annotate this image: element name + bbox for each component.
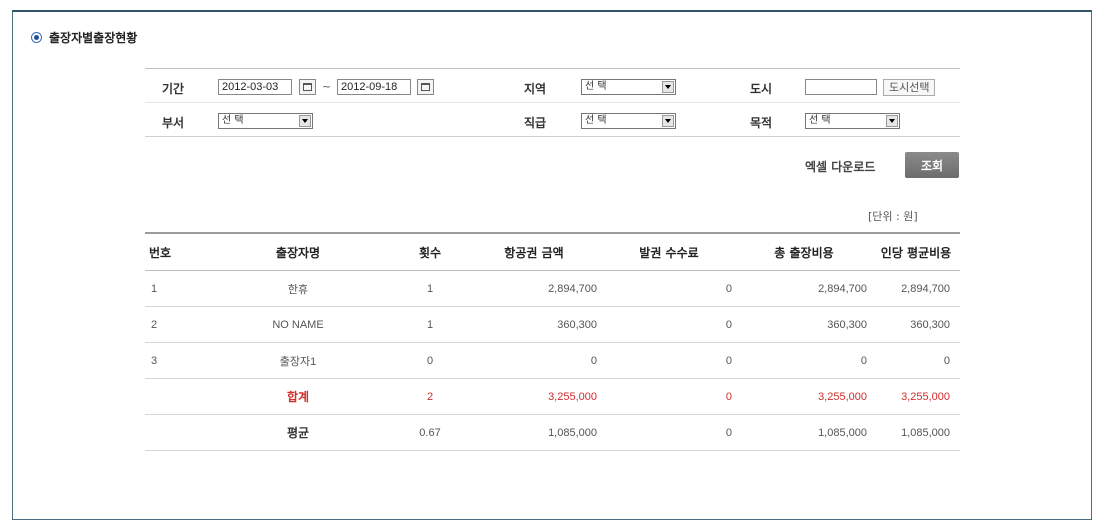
city-input[interactable] bbox=[805, 79, 877, 95]
dropdown-arrow-icon bbox=[662, 115, 674, 127]
date-separator: ~ bbox=[322, 80, 332, 93]
total-trip-cost: 1,085,000 bbox=[736, 414, 871, 451]
airfare-amount: 360,300 bbox=[466, 306, 601, 343]
total-trip-cost: 0 bbox=[736, 342, 871, 379]
total-row: 합계 2 3,255,000 0 3,255,000 3,255,000 bbox=[145, 378, 960, 415]
filter-panel: 기간 2012-03-03 ~ 2012-09-18 지역 선 택 도시 도시선… bbox=[145, 68, 960, 137]
total-label: 합계 bbox=[202, 378, 394, 415]
avg-cost-per-person: 2,894,700 bbox=[871, 270, 960, 307]
purpose-select[interactable]: 선 택 bbox=[805, 113, 900, 129]
avg-cost-per-person: 1,085,000 bbox=[871, 414, 960, 451]
rank-select-value: 선 택 bbox=[585, 115, 607, 126]
radio-bullet-icon bbox=[31, 32, 42, 43]
table-row: 2 NO NAME 1 360,300 0 360,300 360,300 bbox=[145, 306, 960, 343]
unit-label: [단위 : 원] bbox=[868, 210, 918, 223]
average-row: 평균 0.67 1,085,000 0 1,085,000 1,085,000 bbox=[145, 414, 960, 451]
header-cell: 발권 수수료 bbox=[601, 232, 736, 271]
row-number bbox=[145, 378, 202, 415]
total-trip-cost: 360,300 bbox=[736, 306, 871, 343]
date-to-input[interactable]: 2012-09-18 bbox=[337, 79, 411, 95]
header-cell: 횟수 bbox=[394, 232, 466, 271]
avg-cost-per-person: 0 bbox=[871, 342, 960, 379]
rank-select[interactable]: 선 택 bbox=[581, 113, 676, 129]
calendar-to-icon[interactable] bbox=[417, 79, 434, 95]
row-number: 2 bbox=[145, 306, 202, 343]
city-select-button[interactable]: 도시선택 bbox=[883, 79, 936, 96]
calendar-from-icon[interactable] bbox=[299, 79, 316, 95]
airfare-amount: 1,085,000 bbox=[466, 414, 601, 451]
dropdown-arrow-icon bbox=[886, 115, 898, 127]
region-select-value: 선 택 bbox=[585, 81, 607, 92]
total-trip-cost: 2,894,700 bbox=[736, 270, 871, 307]
search-button[interactable]: 조회 bbox=[905, 152, 959, 178]
header-cell: 항공권 금액 bbox=[466, 232, 601, 271]
rank-label: 직급 bbox=[524, 116, 547, 130]
airfare-amount: 2,894,700 bbox=[466, 270, 601, 307]
section-title: 출장자별출장현황 bbox=[49, 31, 138, 45]
ticketing-fee: 0 bbox=[601, 414, 736, 451]
table-row: 1 한휴 1 2,894,700 0 2,894,700 2,894,700 bbox=[145, 270, 960, 307]
city-label: 도시 bbox=[750, 82, 773, 96]
header-cell: 총 출장비용 bbox=[736, 232, 871, 271]
ticketing-fee: 0 bbox=[601, 378, 736, 415]
table-header-row: 번호 출장자명 횟수 항공권 금액 발권 수수료 총 출장비용 인당 평균비용 bbox=[145, 232, 960, 271]
avg-cost-per-person: 3,255,000 bbox=[871, 378, 960, 415]
region-label: 지역 bbox=[524, 82, 547, 96]
dropdown-arrow-icon bbox=[662, 81, 674, 93]
purpose-select-value: 선 택 bbox=[809, 115, 831, 126]
header-cell: 번호 bbox=[145, 232, 202, 271]
date-from-input[interactable]: 2012-03-03 bbox=[218, 79, 292, 95]
section-header: 출장자별출장현황 bbox=[31, 29, 137, 46]
trip-count: 1 bbox=[394, 270, 466, 307]
airfare-amount: 3,255,000 bbox=[466, 378, 601, 415]
header-cell: 인당 평균비용 bbox=[871, 232, 960, 271]
excel-download-link[interactable]: 엑셀 다운로드 bbox=[805, 158, 875, 175]
filter-row-2: 부서 선 택 직급 선 택 목적 선 택 bbox=[145, 103, 960, 136]
row-number bbox=[145, 414, 202, 451]
table-row: 3 출장자1 0 0 0 0 0 bbox=[145, 342, 960, 379]
trip-count: 2 bbox=[394, 378, 466, 415]
ticketing-fee: 0 bbox=[601, 342, 736, 379]
traveler-name: 한휴 bbox=[202, 270, 394, 307]
region-select[interactable]: 선 택 bbox=[581, 79, 676, 95]
header-cell: 출장자명 bbox=[202, 232, 394, 271]
purpose-label: 목적 bbox=[750, 116, 773, 130]
airfare-amount: 0 bbox=[466, 342, 601, 379]
total-trip-cost: 3,255,000 bbox=[736, 378, 871, 415]
avg-cost-per-person: 360,300 bbox=[871, 306, 960, 343]
filter-row-1: 기간 2012-03-03 ~ 2012-09-18 지역 선 택 도시 도시선… bbox=[145, 69, 960, 103]
trip-count: 1 bbox=[394, 306, 466, 343]
traveler-table: 번호 출장자명 횟수 항공권 금액 발권 수수료 총 출장비용 인당 평균비용 … bbox=[145, 232, 960, 451]
row-number: 3 bbox=[145, 342, 202, 379]
dropdown-arrow-icon bbox=[299, 115, 311, 127]
ticketing-fee: 0 bbox=[601, 306, 736, 343]
trip-count: 0 bbox=[394, 342, 466, 379]
row-number: 1 bbox=[145, 270, 202, 307]
dept-select[interactable]: 선 택 bbox=[218, 113, 313, 129]
traveler-name: 출장자1 bbox=[202, 342, 394, 379]
dept-label: 부서 bbox=[162, 116, 185, 130]
ticketing-fee: 0 bbox=[601, 270, 736, 307]
period-label: 기간 bbox=[162, 82, 185, 96]
trip-count: 0.67 bbox=[394, 414, 466, 451]
dept-select-value: 선 택 bbox=[222, 115, 244, 126]
traveler-name: NO NAME bbox=[202, 306, 394, 343]
average-label: 평균 bbox=[202, 414, 394, 451]
